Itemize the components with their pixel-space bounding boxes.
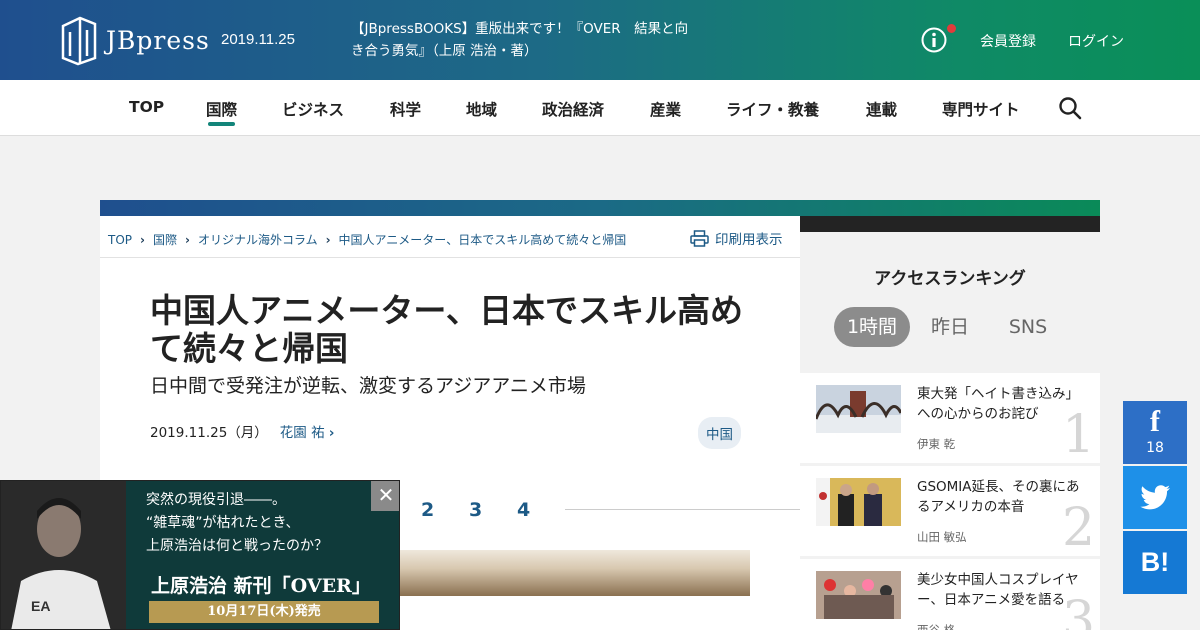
print-view-button[interactable]: 印刷用表示 — [690, 228, 783, 248]
twitter-bird-icon — [1140, 485, 1170, 510]
ranking-item-author: 西谷 格 — [917, 623, 956, 630]
breadcrumb-item-column[interactable]: オリジナル海外コラム — [198, 231, 318, 248]
breadcrumb: TOP › 国際 › オリジナル海外コラム › 中国人アニメーター、日本でスキル… — [108, 231, 626, 248]
ad-release-date-badge: 10月17日(木)発売 — [149, 601, 379, 623]
tab-sns[interactable]: SNS — [998, 307, 1058, 347]
breadcrumb-item-top[interactable]: TOP — [108, 233, 132, 247]
nav-item-special-sites[interactable]: 専門サイト — [942, 98, 1020, 120]
ad-portrait-image: EA — [1, 481, 126, 629]
article-date: 2019.11.25（月） — [150, 425, 268, 441]
access-ranking: アクセスランキング 1時間 昨日 SNS 東大発「ヘイト書き込み」への心からのお… — [800, 232, 1100, 630]
nav-item-politics-economy[interactable]: 政治経済 — [542, 98, 604, 120]
pager-divider — [565, 509, 800, 510]
site-header: JBpress 2019.11.25 【JBpressBOOKS】重版出来です！… — [0, 0, 1200, 80]
ranking-item-author: 伊東 乾 — [917, 437, 956, 451]
tab-1-hour[interactable]: 1時間 — [834, 307, 910, 347]
nav-item-science[interactable]: 科学 — [390, 98, 421, 120]
ranking-header-bar — [800, 216, 1100, 232]
article-title: 中国人アニメーター、日本でスキル高めて続々と帰国 — [150, 291, 744, 368]
nav-item-international[interactable]: 国際 — [206, 98, 237, 120]
author-link[interactable]: 花園 祐 › — [280, 421, 335, 441]
ranking-item[interactable]: 東大発「ヘイト書き込み」への心からのお詫び 伊東 乾 1 — [800, 373, 1100, 463]
nav-item-region[interactable]: 地域 — [466, 98, 497, 120]
article-meta: 2019.11.25（月） 花園 祐 › — [150, 421, 334, 441]
ranking-item-author: 山田 敏弘 — [917, 530, 967, 544]
breadcrumb-item-international[interactable]: 国際 — [153, 231, 177, 248]
article-subtitle: 日中間で受発注が逆転、激変するアジアアニメ市場 — [150, 375, 586, 397]
breadcrumb-separator-icon: › — [140, 232, 145, 247]
nav-item-life-culture[interactable]: ライフ・教養 — [726, 98, 819, 120]
nav-item-top[interactable]: TOP — [129, 98, 164, 116]
tab-yesterday[interactable]: 昨日 — [922, 307, 978, 347]
nav-item-business[interactable]: ビジネス — [282, 98, 344, 120]
print-view-label: 印刷用表示 — [715, 232, 783, 248]
site-logo[interactable]: JBpress — [60, 14, 210, 66]
ranking-thumbnail — [816, 385, 901, 433]
ad-copy-line: “雑草魂”が枯れたとき、 — [146, 515, 300, 531]
ranking-thumbnail — [816, 478, 901, 526]
logo-text: JBpress — [106, 25, 210, 55]
twitter-share-button[interactable] — [1123, 466, 1187, 529]
svg-text:EA: EA — [31, 598, 50, 614]
notification-dot — [947, 24, 956, 33]
ad-copy-line: 突然の現役引退――。 — [146, 492, 286, 508]
facebook-icon: f — [1150, 405, 1160, 438]
ranking-number: 1 — [1062, 405, 1096, 465]
register-link[interactable]: 会員登録 — [980, 31, 1036, 51]
login-link[interactable]: ログイン — [1068, 31, 1124, 51]
page-link-3[interactable]: 3 — [469, 499, 482, 521]
close-icon[interactable]: ✕ — [371, 481, 399, 511]
nav-active-indicator — [208, 122, 235, 126]
ad-copy: 突然の現役引退――。 “雑草魂”が枯れたとき、 上原浩治は何と戦ったのか？ — [146, 489, 376, 558]
ad-copy-line: 上原浩治は何と戦ったのか？ — [146, 538, 328, 554]
breadcrumb-separator-icon: › — [325, 232, 331, 247]
facebook-share-button[interactable]: f 18 — [1123, 401, 1187, 464]
header-date: 2019.11.25 — [221, 31, 295, 48]
logo-mark-icon — [61, 16, 97, 66]
facebook-share-count: 18 — [1146, 440, 1164, 456]
ranking-item[interactable]: GSOMIA延長、その裏にあるアメリカの本音 山田 敏弘 2 — [800, 466, 1100, 556]
nav-item-industry[interactable]: 産業 — [650, 98, 681, 120]
breadcrumb-divider — [100, 257, 800, 258]
breadcrumb-separator-icon: › — [184, 232, 190, 247]
ranking-number: 3 — [1062, 591, 1096, 630]
ad-headline: 上原浩治 新刊「OVER」 — [151, 575, 371, 597]
chevron-right-icon: › — [328, 425, 335, 441]
content-accent-bar — [100, 200, 1100, 216]
search-icon[interactable] — [1058, 96, 1082, 120]
breadcrumb-item-current[interactable]: 中国人アニメーター、日本でスキル高めて続々と帰国 — [339, 231, 627, 248]
page-link-2[interactable]: 2 — [421, 499, 434, 521]
main-nav: TOP 国際 ビジネス 科学 地域 政治経済 産業 ライフ・教養 連載 専門サイ… — [0, 80, 1200, 136]
author-name: 花園 祐 — [279, 425, 325, 441]
info-icon[interactable] — [921, 27, 947, 53]
printer-icon — [690, 229, 709, 247]
ranking-number: 2 — [1062, 498, 1096, 558]
ranking-item[interactable]: 美少女中国人コスプレイヤー、日本アニメ愛を語る 西谷 格 3 — [800, 559, 1100, 630]
hatena-bookmark-button[interactable]: B! — [1123, 531, 1187, 594]
ranking-title: アクセスランキング — [874, 269, 1026, 289]
ranking-thumbnail — [816, 571, 901, 619]
hatena-bookmark-icon: B! — [1140, 547, 1170, 577]
nav-item-series[interactable]: 連載 — [866, 98, 897, 120]
page-link-4[interactable]: 4 — [517, 499, 530, 521]
tag-china[interactable]: 中国 — [698, 417, 741, 449]
header-promo-link[interactable]: 【JBpressBOOKS】重版出来です！『OVER 結果と向き合う勇気』（上原… — [351, 18, 701, 62]
book-ad-banner[interactable]: EA 突然の現役引退――。 “雑草魂”が枯れたとき、 上原浩治は何と戦ったのか？… — [0, 480, 400, 630]
article-photo — [395, 550, 750, 596]
